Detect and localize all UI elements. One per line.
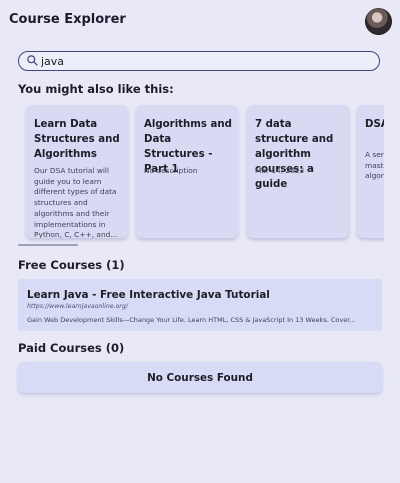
recommendation-card[interactable]: 7 data structure and algorithm courses: …: [247, 105, 349, 238]
card-title: DSA Cou...: [365, 119, 384, 130]
course-description: Gain Web Development Skills—Change Your …: [27, 316, 356, 324]
recommendation-card[interactable]: DSA Cou... A series courses. Enjoy! mast…: [357, 105, 384, 238]
app-bar: Course Explorer: [0, 0, 400, 42]
free-courses-heading: Free Courses (1): [18, 258, 125, 272]
recommendation-carousel[interactable]: Learn Data Structures and Algorithms Our…: [18, 100, 384, 248]
search-bar[interactable]: [18, 51, 380, 71]
card-description: Our DSA tutorial will guide you to learn…: [34, 166, 118, 238]
course-title: Learn Java - Free Interactive Java Tutor…: [27, 289, 270, 301]
recommendation-card[interactable]: Algorithms and Data Structures - Part 1 …: [136, 105, 238, 238]
course-card[interactable]: Learn Java - Free Interactive Java Tutor…: [18, 279, 382, 331]
search-icon: [27, 55, 38, 66]
recommendation-card[interactable]: Learn Data Structures and Algorithms Our…: [26, 105, 128, 238]
recommendations-heading: You might also like this:: [18, 82, 174, 96]
card-description: No description: [144, 166, 198, 175]
carousel-scrollbar[interactable]: [18, 244, 78, 246]
card-title: Learn Data Structures and Algorithms: [34, 119, 120, 160]
avatar[interactable]: [365, 8, 392, 35]
paid-courses-heading: Paid Courses (0): [18, 341, 125, 355]
card-title: 7 data structure and algorithm courses: …: [255, 119, 334, 190]
card-description: Mar 14, 2023 —: [255, 166, 314, 175]
search-input[interactable]: [39, 53, 373, 70]
card-description: A series courses. Enjoy! masterin struct…: [365, 150, 384, 181]
empty-state-message: No Courses Found: [147, 372, 253, 384]
course-url[interactable]: https://www.learnjavaonline.org/: [27, 303, 128, 310]
no-courses-card: No Courses Found: [18, 362, 382, 393]
app-title: Course Explorer: [9, 12, 126, 27]
